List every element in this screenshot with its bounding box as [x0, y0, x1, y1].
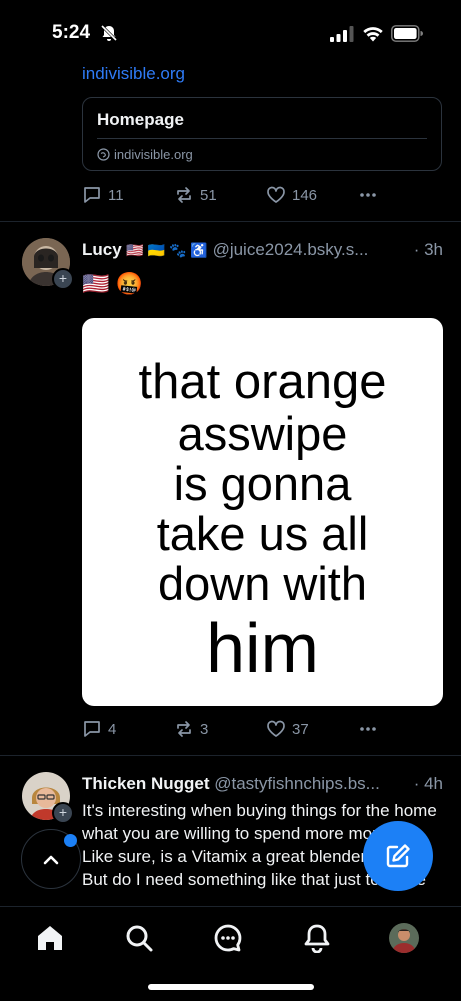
link-preview-card[interactable]: Homepage indivisible.org	[82, 97, 442, 171]
post-actions: 11 51 146	[82, 183, 402, 207]
post-time: · 3h	[413, 240, 443, 259]
post-divider	[0, 221, 461, 222]
like-count: 37	[292, 720, 309, 738]
compose-button[interactable]	[363, 821, 433, 891]
link-card-domain-text: indivisible.org	[114, 147, 193, 162]
status-bar: 5:24	[0, 0, 461, 64]
meme-line-4: take us all	[156, 507, 369, 560]
meme-line-3: is gonna	[173, 457, 352, 510]
author-name[interactable]: Thicken Nugget	[82, 774, 210, 793]
post-divider	[0, 755, 461, 756]
more-options-button[interactable]	[358, 185, 378, 205]
new-posts-indicator	[64, 834, 77, 847]
like-count: 146	[292, 186, 318, 204]
link-card-domain: indivisible.org	[97, 147, 193, 162]
meme-line-5: down with	[158, 557, 367, 610]
post-header: Lucy 🇺🇸 🇺🇦 🐾 ♿ @juice2024.bsky.s...	[82, 240, 368, 262]
repost-button[interactable]: 51	[174, 185, 217, 205]
post-link[interactable]: indivisible.org	[82, 64, 185, 84]
like-button[interactable]: 37	[266, 719, 309, 739]
home-indicator	[148, 984, 314, 990]
follow-badge[interactable]: +	[52, 268, 74, 290]
wifi-icon	[363, 27, 383, 42]
like-button[interactable]: 146	[266, 185, 317, 205]
cellular-signal-icon	[330, 26, 354, 42]
meme-line-6: him	[206, 609, 319, 687]
post-header: Thicken Nugget @tastyfishnchips.bs...	[82, 774, 380, 796]
repost-icon	[177, 721, 191, 737]
post-actions: 4 3 37	[82, 717, 402, 741]
post-image[interactable]: that orange asswipe is gonna take us all…	[82, 318, 443, 706]
post-text: 🇺🇸 🤬	[82, 271, 143, 296]
link-card-divider	[97, 138, 427, 139]
reply-icon	[84, 187, 100, 203]
heart-icon	[267, 720, 285, 737]
author-name[interactable]: Lucy	[82, 240, 122, 259]
meme-line-1: that orange	[138, 355, 387, 409]
repost-button[interactable]: 3	[174, 719, 208, 739]
author-handle[interactable]: @tastyfishnchips.bs...	[214, 774, 380, 793]
meme-line-2: asswipe	[177, 407, 348, 460]
compose-icon	[386, 844, 410, 868]
status-time: 5:24	[52, 22, 91, 43]
reply-button[interactable]: 11	[82, 185, 124, 205]
repost-icon	[177, 187, 191, 203]
more-icon	[360, 727, 376, 731]
chevron-up-icon	[43, 855, 59, 865]
reply-icon	[84, 721, 100, 737]
author-handle[interactable]: @juice2024.bsky.s...	[213, 240, 369, 259]
reply-count: 4	[108, 720, 117, 738]
search-icon[interactable]	[124, 923, 154, 953]
notifications-icon[interactable]	[302, 923, 332, 953]
follow-badge[interactable]: +	[52, 802, 74, 824]
author-flair: 🇺🇸 🇺🇦 🐾 ♿	[126, 242, 208, 258]
reply-count: 11	[108, 186, 124, 204]
profile-avatar[interactable]	[389, 923, 419, 953]
battery-icon	[391, 25, 423, 42]
repost-count: 51	[200, 186, 217, 204]
link-card-title: Homepage	[97, 110, 184, 129]
reply-button[interactable]: 4	[82, 719, 116, 739]
bell-off-icon	[100, 24, 118, 42]
more-icon	[360, 193, 376, 197]
heart-icon	[267, 186, 285, 203]
post-time: · 4h	[413, 774, 443, 793]
repost-count: 3	[200, 720, 209, 738]
more-options-button[interactable]	[358, 719, 378, 739]
chat-icon[interactable]	[213, 923, 243, 953]
globe-icon	[97, 148, 110, 161]
home-icon[interactable]	[35, 923, 65, 953]
